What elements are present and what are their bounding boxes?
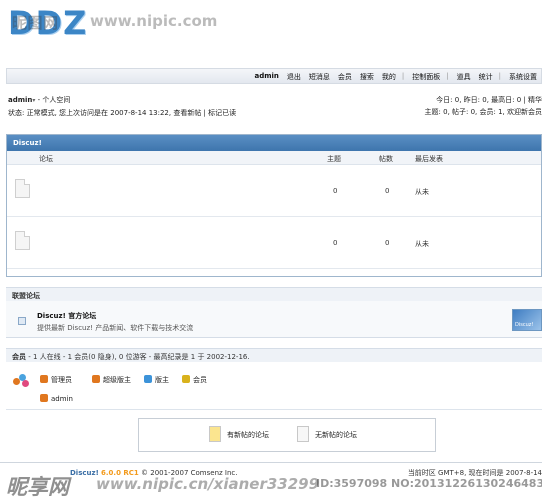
footer: Discuz! 6.0.0 RC1 © 2001-2007 Comsenz In… xyxy=(0,462,542,500)
username-link[interactable]: admin xyxy=(8,96,32,104)
col-forum: 论坛 xyxy=(39,155,53,163)
online-summary: - 1 人在线 - 1 会员(0 隐身), 0 位游客 - 最高纪录是 1 于 … xyxy=(26,353,250,361)
nav-control-panel[interactable]: 控制面板 xyxy=(412,72,440,82)
legend-moderator: 版主 xyxy=(144,375,169,385)
forum-status-icon xyxy=(15,179,30,198)
nav-messages[interactable]: 短消息 xyxy=(309,72,330,82)
watermark-bottom-url: www.nipic.cn/xianer33299 xyxy=(96,475,320,493)
forum-posts: 0 xyxy=(385,187,390,195)
new-posts-icon xyxy=(209,426,221,442)
legend-member: 会员 xyxy=(182,375,207,385)
nav-members[interactable]: 会员 xyxy=(338,72,352,82)
site-stats-line1: 今日: 0, 昨日: 0, 最高日: 0 | 精华 xyxy=(436,96,542,104)
league-forum-entry: Discuz! 官方论坛 提供最新 Discuz! 产品新闻、软件下载与技术交流… xyxy=(6,301,542,338)
col-threads: 主题 xyxy=(327,155,341,163)
nav-system-settings[interactable]: 系统设置 xyxy=(509,72,537,82)
nav-separator: | xyxy=(401,72,405,80)
col-posts: 帖数 xyxy=(379,155,393,163)
watermark-bottom-cn: 昵享网 xyxy=(6,475,69,499)
forum-icon-legend: 有新帖的论坛 无新帖的论坛 xyxy=(138,418,436,452)
league-forum-desc: 提供最新 Discuz! 产品新闻、软件下载与技术交流 xyxy=(37,324,194,332)
admin-user-icon xyxy=(40,394,48,402)
nav-logout[interactable]: 退出 xyxy=(287,72,301,82)
nav-search[interactable]: 搜索 xyxy=(360,72,374,82)
league-title: 联盟论坛 xyxy=(6,287,542,301)
nav-separator: | xyxy=(498,72,501,80)
forum-row[interactable]: 0 0 从未 xyxy=(7,217,541,269)
league-banner-image[interactable]: Discuz! xyxy=(512,309,542,331)
legend-has-new: 有新帖的论坛 xyxy=(209,426,269,442)
moderator-role-icon xyxy=(144,375,152,383)
forum-threads: 0 xyxy=(333,239,338,247)
powered-by-link[interactable]: Discuz! xyxy=(70,469,99,477)
forum-column-headers: 论坛 主题 帖数 最后发表 xyxy=(7,151,541,165)
watermark-top-cn: 昵图网 xyxy=(12,14,59,32)
top-nav-bar: admin 退出 短消息 会员 搜索 我的 | 控制面板 | 道具 统计 | 系… xyxy=(6,68,542,84)
forum-last-post: 从未 xyxy=(415,240,429,248)
forum-posts: 0 xyxy=(385,239,390,247)
forum-category-title[interactable]: Discuz! xyxy=(7,135,541,151)
nav-my[interactable]: 我的 xyxy=(382,72,396,82)
online-user-admin[interactable]: admin xyxy=(40,394,73,403)
forum-threads: 0 xyxy=(333,187,338,195)
online-label[interactable]: 会员 xyxy=(12,353,26,361)
league-banner-text: Discuz! xyxy=(515,322,534,328)
admin-role-icon xyxy=(40,375,48,383)
logo-area: DDZ 昵图网 www.nipic.com xyxy=(0,0,542,64)
status-line: 状态: 正常模式, 您上次访问是在 2007-8-14 13:22, 查看新帖 … xyxy=(8,109,237,117)
nav-user-admin[interactable]: admin xyxy=(255,72,279,82)
watermark-bottom-id: ID:3597098 NO:20131226130246483043 xyxy=(316,477,542,490)
personal-space-link[interactable]: 个人空间 xyxy=(42,96,70,104)
forum-list-box: Discuz! 论坛 主题 帖数 最后发表 0 0 从未 0 0 从未 xyxy=(6,134,542,277)
user-group-icon xyxy=(13,374,29,388)
forum-status-icon xyxy=(15,231,30,250)
watermark-top-url: www.nipic.com xyxy=(90,12,218,30)
nav-separator: | xyxy=(446,72,449,80)
online-legend: 管理员 超级版主 版主 会员 admin xyxy=(6,364,542,410)
legend-super-moderator: 超级版主 xyxy=(92,375,131,385)
nav-stats[interactable]: 统计 xyxy=(479,72,493,82)
league-forum-name[interactable]: Discuz! 官方论坛 xyxy=(37,311,96,321)
legend-admin: 管理员 xyxy=(40,375,72,385)
legend-no-new: 无新帖的论坛 xyxy=(297,426,357,442)
online-members-title: 会员 - 1 人在线 - 1 会员(0 隐身), 0 位游客 - 最高纪录是 1… xyxy=(6,348,542,362)
no-new-posts-icon xyxy=(297,426,309,442)
nav-props[interactable]: 道具 xyxy=(457,72,471,82)
user-bar: admin▾ - 个人空间 xyxy=(8,95,70,105)
member-role-icon xyxy=(182,375,190,383)
col-last-post: 最后发表 xyxy=(415,155,443,163)
super-moderator-role-icon xyxy=(92,375,100,383)
league-forum-icon xyxy=(18,317,26,325)
site-stats-line2: 主题: 0, 帖子: 0, 会员: 1, 欢迎新会员 xyxy=(424,108,542,116)
forum-row[interactable]: 0 0 从未 xyxy=(7,165,541,217)
forum-last-post: 从未 xyxy=(415,188,429,196)
